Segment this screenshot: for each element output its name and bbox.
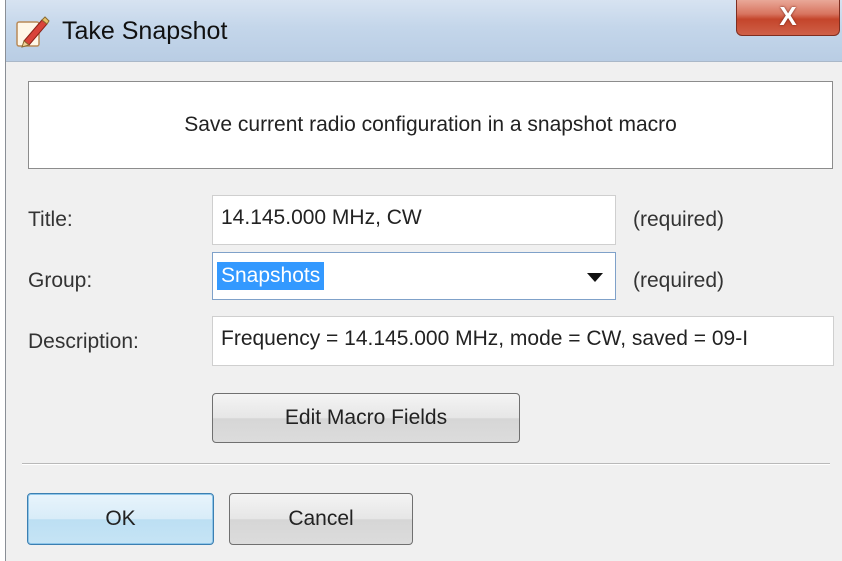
pencil-edit-icon [16, 16, 50, 48]
ok-label: OK [105, 507, 136, 530]
group-select[interactable]: Snapshots [212, 252, 616, 300]
description-input[interactable]: Frequency = 14.145.000 MHz, mode = CW, s… [212, 316, 834, 366]
title-required-hint: (required) [633, 208, 725, 231]
cancel-label: Cancel [288, 507, 354, 530]
group-required-hint: (required) [633, 269, 725, 292]
banner-text: Save current radio configuration in a sn… [184, 113, 677, 136]
instruction-banner: Save current radio configuration in a sn… [28, 81, 833, 169]
group-selected-value: Snapshots [217, 262, 325, 290]
edit-macro-fields-label: Edit Macro Fields [284, 406, 448, 429]
divider [22, 463, 830, 465]
group-label: Group: [28, 269, 93, 292]
cancel-button[interactable]: Cancel [229, 493, 413, 545]
edit-macro-fields-button[interactable]: Edit Macro Fields [212, 393, 520, 443]
close-icon: X [779, 1, 797, 31]
title-input[interactable]: 14.145.000 MHz, CW [212, 195, 616, 245]
close-button[interactable]: X [736, 0, 840, 36]
window-title: Take Snapshot [62, 17, 228, 45]
ok-button[interactable]: OK [27, 493, 214, 545]
title-bar[interactable]: Take Snapshot X [6, 0, 842, 62]
take-snapshot-dialog: Take Snapshot X Save current radio confi… [5, 0, 842, 561]
dropdown-arrow-icon[interactable] [587, 273, 603, 282]
title-label: Title: [28, 208, 73, 231]
description-label: Description: [28, 330, 139, 353]
